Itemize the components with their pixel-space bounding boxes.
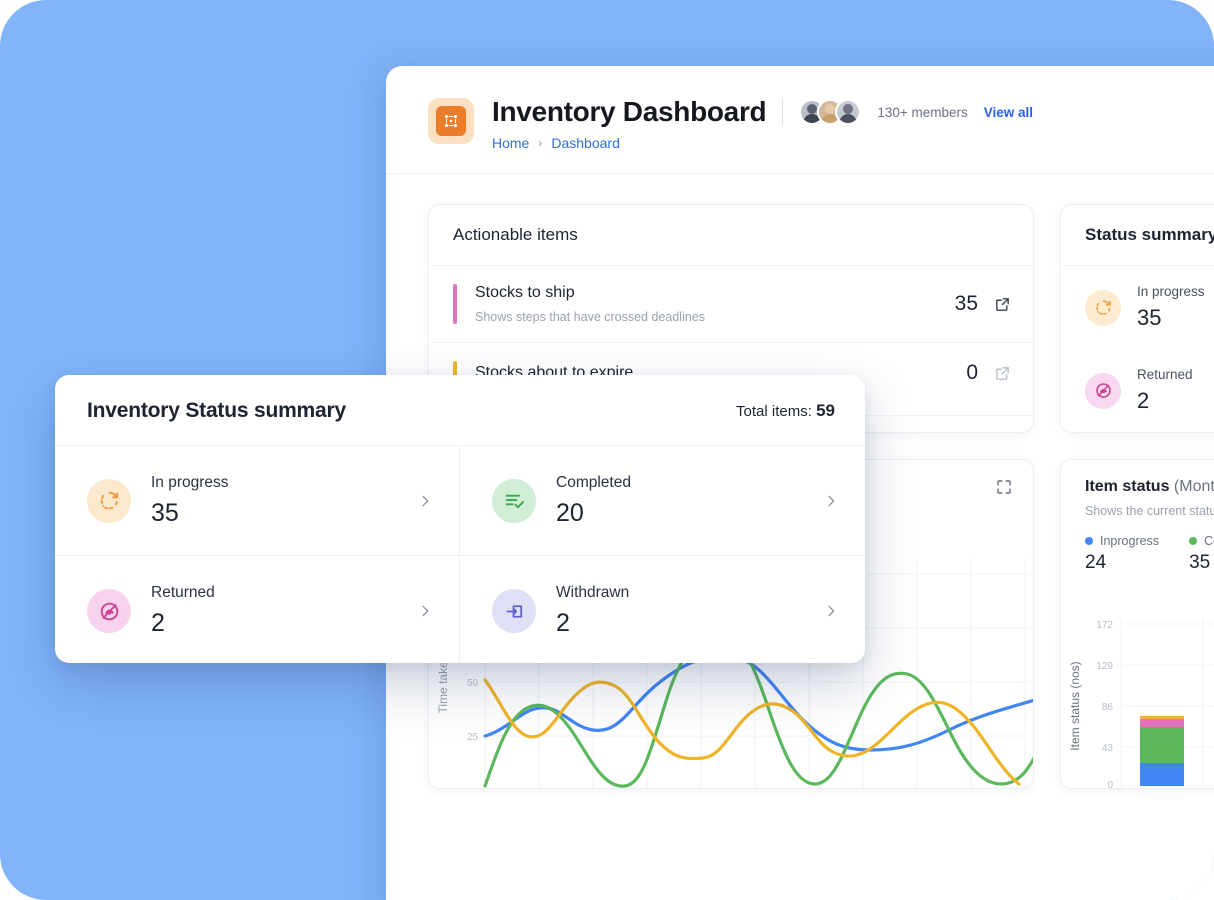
overlay-total-value: 59 — [816, 401, 835, 420]
overlay-item-value: 2 — [151, 609, 165, 637]
overlay-item-label: In progress — [151, 473, 229, 491]
svg-text:172: 172 — [1096, 620, 1113, 631]
actionable-items-heading: Actionable items — [429, 205, 1033, 266]
enter-box-icon — [492, 589, 536, 633]
overlay-item-withdrawn[interactable]: Withdrawn 2 — [460, 556, 865, 663]
app-logo — [428, 98, 474, 144]
breadcrumb: Home › Dashboard — [492, 135, 1214, 151]
svg-text:86: 86 — [1102, 702, 1114, 713]
overlay-status-grid: In progress 35 Completed 20 Returned 2 W… — [55, 446, 865, 663]
overlay-item-value: 20 — [556, 498, 584, 527]
bar-chart-title-main: Item status — [1085, 478, 1170, 495]
title-divider — [782, 99, 784, 125]
dashboard-header: Inventory Dashboard 130+ members View al… — [386, 66, 1214, 151]
chevron-right-icon[interactable] — [417, 603, 433, 619]
overlay-item-completed[interactable]: Completed 20 — [460, 446, 865, 556]
chevron-right-icon[interactable] — [823, 493, 839, 509]
chevron-right-icon[interactable] — [417, 493, 433, 509]
screen-root: Inventory Dashboard 130+ members View al… — [0, 0, 1214, 900]
eye-off-circle-icon — [1085, 372, 1121, 409]
bar-chart-legend: Inprogress 24 Com 35 — [1085, 534, 1214, 574]
item-status-chart-card: Item status (Month Shows the current sta… — [1060, 459, 1214, 789]
svg-text:0: 0 — [1107, 780, 1113, 788]
row-count: 35 — [954, 292, 978, 315]
chevron-right-icon: › — [538, 136, 543, 150]
overlay-item-value: 35 — [151, 498, 179, 527]
bar-chart-header: Item status (Month Shows the current sta… — [1061, 460, 1214, 574]
status-value: 2 — [1137, 388, 1150, 413]
legend-dot-icon — [1189, 537, 1198, 545]
legend-item-inprogress: Inprogress 24 — [1085, 534, 1159, 574]
svg-text:50: 50 — [467, 678, 479, 689]
overlay-total: Total items: 59 — [736, 401, 835, 421]
bar-chart-title-suffix: (Month — [1173, 478, 1214, 495]
page-title: Inventory Dashboard — [492, 96, 767, 127]
overlay-item-value: 2 — [556, 609, 570, 637]
status-value: 35 — [1137, 305, 1162, 330]
status-label: In progress — [1137, 284, 1205, 299]
overlay-item-label: Returned — [151, 584, 215, 601]
breadcrumb-item-home[interactable]: Home — [492, 135, 529, 151]
actionable-row-stocks-to-ship[interactable]: Stocks to ship Shows steps that have cro… — [429, 266, 1033, 343]
chevron-right-icon[interactable] — [823, 603, 839, 619]
overlay-item-returned[interactable]: Returned 2 — [55, 556, 460, 663]
overlay-item-in-progress[interactable]: In progress 35 — [55, 446, 460, 556]
status-label: Returned — [1137, 367, 1193, 382]
members-count: 130+ members — [877, 104, 968, 120]
status-summary-heading: Status summary — [1061, 205, 1214, 266]
legend-label: Inprogress — [1100, 534, 1160, 548]
eye-off-circle-icon — [87, 589, 131, 633]
refresh-dashed-icon — [87, 478, 131, 523]
row-subtitle: Shows steps that have crossed deadlines — [475, 310, 705, 324]
legend-value: 35 — [1189, 552, 1211, 573]
legend-label: Com — [1204, 534, 1214, 548]
member-avatars[interactable] — [799, 99, 862, 125]
overlay-title: Inventory Status summary — [87, 399, 346, 422]
list-check-icon — [492, 478, 536, 523]
fullscreen-expand-icon[interactable] — [995, 478, 1013, 496]
row-count: 0 — [966, 361, 978, 384]
overlay-item-label: Withdrawn — [556, 584, 630, 601]
breadcrumb-item-dashboard[interactable]: Dashboard — [551, 135, 620, 151]
legend-value: 24 — [1085, 552, 1107, 573]
refresh-dashed-icon — [1085, 289, 1121, 326]
avatar — [835, 99, 862, 125]
external-link-icon[interactable] — [994, 365, 1011, 382]
svg-text:43: 43 — [1102, 743, 1114, 754]
bar-chart-plot: 172 129 86 43 0 Item status (nos) — [1068, 618, 1214, 788]
view-all-link[interactable]: View all — [984, 105, 1033, 120]
bar-chart-title: Item status (Month — [1085, 478, 1214, 496]
graph-nodes-icon — [436, 106, 466, 136]
overlay-total-label: Total items: — [736, 403, 812, 420]
status-summary-card: Status summary In progress 35 Returned 2 — [1060, 204, 1214, 433]
status-row-in-progress[interactable]: In progress 35 — [1061, 266, 1214, 349]
row-accent-bar — [453, 284, 457, 324]
inventory-status-summary-overlay: Inventory Status summary Total items: 59 — [55, 375, 865, 663]
legend-dot-icon — [1085, 537, 1093, 545]
title-row: Inventory Dashboard 130+ members View al… — [492, 96, 1214, 128]
overlay-header: Inventory Status summary Total items: 59 — [55, 375, 865, 446]
svg-text:Item status (nos): Item status (nos) — [1068, 661, 1082, 750]
bar-chart-subtitle: Shows the current status — [1085, 504, 1214, 518]
row-title: Stocks to ship — [475, 284, 575, 301]
overlay-item-label: Completed — [556, 473, 631, 491]
status-row-returned[interactable]: Returned 2 — [1061, 349, 1214, 432]
external-link-icon[interactable] — [994, 296, 1011, 313]
svg-text:25: 25 — [467, 732, 479, 743]
svg-text:129: 129 — [1096, 661, 1113, 672]
legend-item-completed: Com 35 — [1189, 534, 1214, 574]
